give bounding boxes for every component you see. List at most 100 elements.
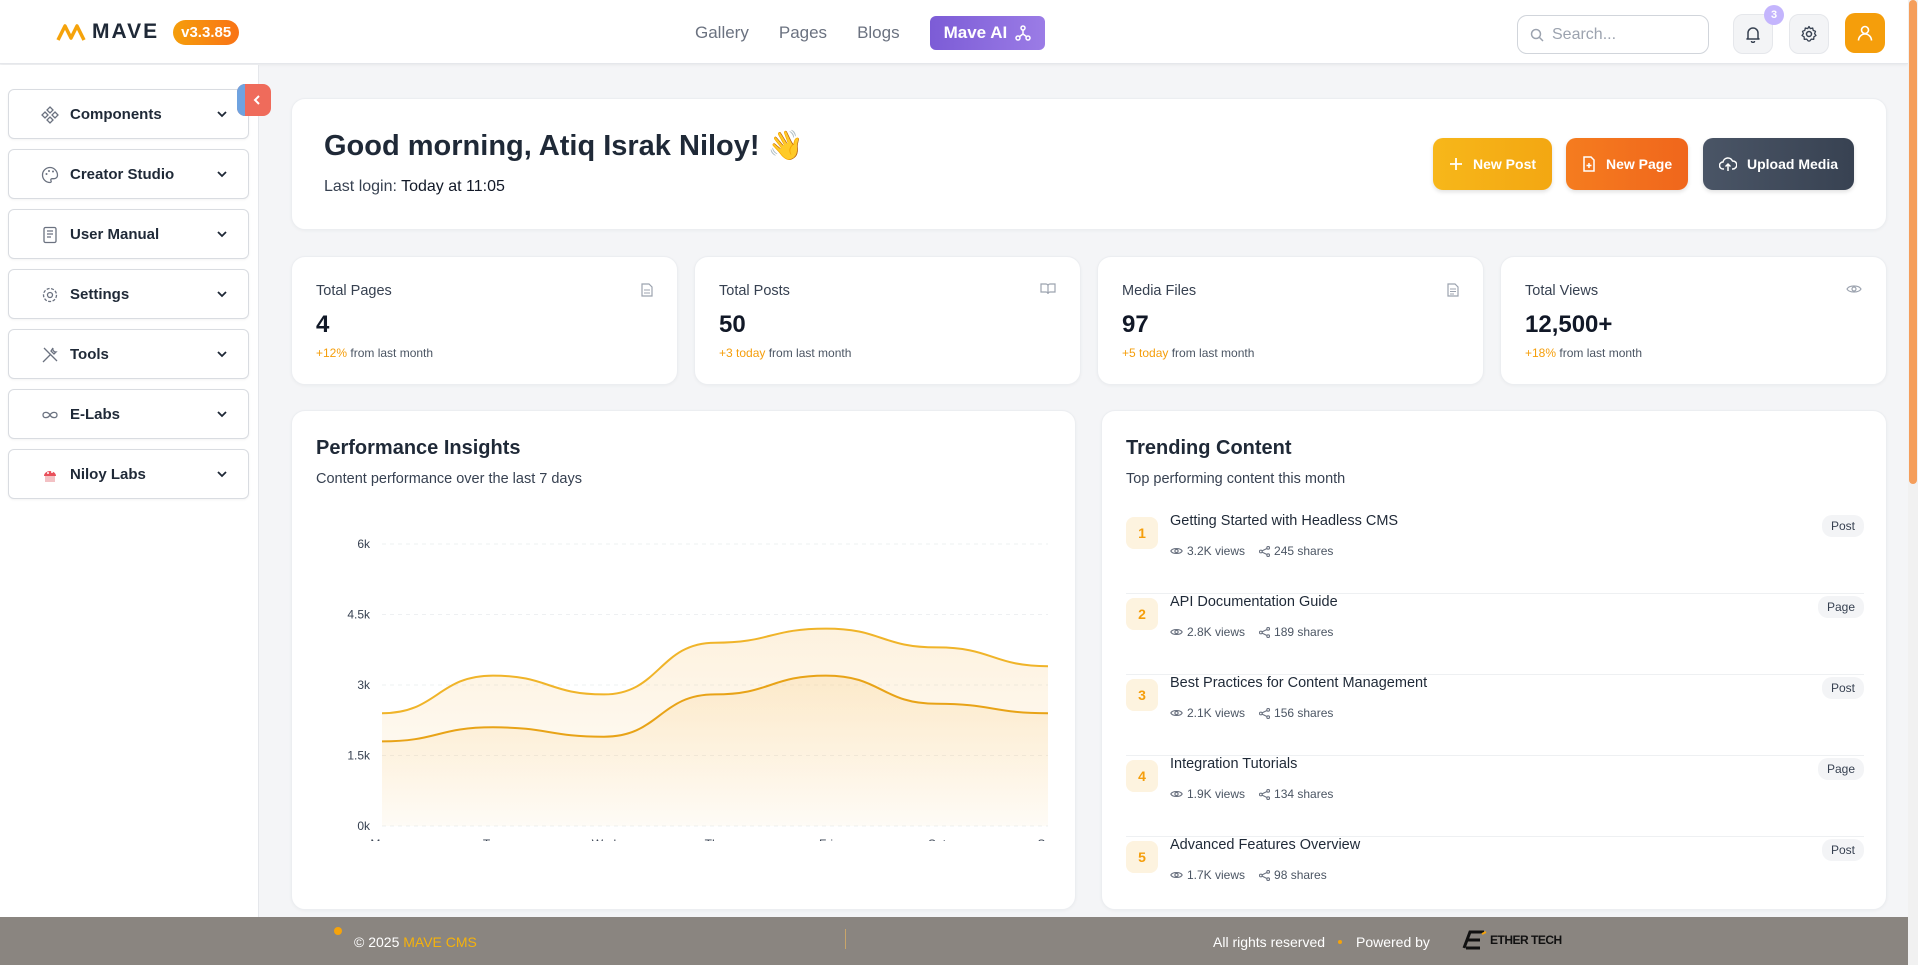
stat-value: 4 xyxy=(316,311,330,338)
eye-icon xyxy=(1170,628,1183,636)
trending-item-meta: 1.9K views 134 shares xyxy=(1170,787,1333,801)
x-tick-label: Sat xyxy=(928,837,947,841)
footer-brand-link[interactable]: MAVE CMS xyxy=(403,934,477,950)
y-tick-label: 3k xyxy=(357,678,371,692)
notification-count-badge: 3 xyxy=(1764,5,1784,25)
sidebar-item-components[interactable]: Components xyxy=(8,89,249,139)
trending-item-title[interactable]: Getting Started with Headless CMS xyxy=(1170,513,1398,529)
new-page-button[interactable]: New Page xyxy=(1566,138,1689,190)
views-count: 1.9K views xyxy=(1187,787,1246,801)
trending-item-title[interactable]: Advanced Features Overview xyxy=(1170,837,1360,853)
trending-item[interactable]: 2 API Documentation Guide 2.8K views 189… xyxy=(1126,594,1864,675)
upload-media-label: Upload Media xyxy=(1747,156,1839,172)
stat-value: 50 xyxy=(719,311,746,338)
stat-delta: +3 today from last month xyxy=(719,346,851,360)
trending-item-title[interactable]: Best Practices for Content Management xyxy=(1170,675,1427,691)
footer-bullet xyxy=(1338,940,1342,944)
logo[interactable]: MAVE v3.3.85 xyxy=(56,18,240,46)
nav-blogs[interactable]: Blogs xyxy=(842,16,915,50)
mave-ai-label: Mave AI xyxy=(943,23,1008,42)
company-name: ETHER TECH xyxy=(1490,933,1562,947)
ether-tech-logo-icon xyxy=(1462,930,1487,950)
settings-button[interactable] xyxy=(1789,14,1829,54)
content-type-badge: Post xyxy=(1821,677,1864,699)
trending-item[interactable]: 4 Integration Tutorials 1.9K views 134 s… xyxy=(1126,756,1864,837)
new-post-label: New Post xyxy=(1473,156,1537,172)
trending-title: Trending Content xyxy=(1126,437,1292,459)
stat-delta-highlight: +18% xyxy=(1525,346,1557,360)
nav-gallery[interactable]: Gallery xyxy=(680,16,764,50)
user-icon xyxy=(1857,25,1873,41)
share-icon xyxy=(1259,545,1271,557)
sidebar: Components Creator Studio User Manual Se… xyxy=(0,65,259,917)
sidebar-item-niloy-labs[interactable]: Niloy Labs xyxy=(8,449,249,499)
shares-count: 189 shares xyxy=(1274,625,1334,639)
sidebar-item-settings[interactable]: Settings xyxy=(8,269,249,319)
last-login-label: Last login: xyxy=(324,178,397,195)
book-open-icon xyxy=(1040,283,1056,295)
stat-title: Total Posts xyxy=(719,283,790,299)
share-icon xyxy=(1259,869,1271,881)
nav-pages[interactable]: Pages xyxy=(764,16,842,50)
sidebar-item-label: E-Labs xyxy=(70,405,121,423)
views-count: 2.1K views xyxy=(1187,706,1246,720)
performance-title: Performance Insights xyxy=(316,437,521,459)
performance-subtitle: Content performance over the last 7 days xyxy=(316,471,582,487)
chevron-down-icon xyxy=(217,471,227,478)
bell-icon xyxy=(1746,27,1760,43)
sidebar-item-label: Niloy Labs xyxy=(70,465,146,483)
notifications-button[interactable]: 3 xyxy=(1733,5,1784,54)
sidebar-item-label: Creator Studio xyxy=(70,165,175,183)
sidebar-item-creator-studio[interactable]: Creator Studio xyxy=(8,149,249,199)
trending-item-meta: 3.2K views 245 shares xyxy=(1170,544,1333,558)
stat-title: Media Files xyxy=(1122,283,1197,299)
file-icon xyxy=(641,283,653,297)
performance-chart: 0k 1.5k 3k 4.5k 6k Mon Tue Wed Thu Fri Sat Sun xyxy=(347,537,1058,841)
page-scrollbar[interactable] xyxy=(1908,0,1918,965)
network-icon xyxy=(1015,25,1031,41)
footer: © 2025 MAVE CMS All rights reserved Powe… xyxy=(0,917,1908,965)
trending-item[interactable]: 5 Advanced Features Overview 1.7K views … xyxy=(1126,837,1864,918)
gear-icon xyxy=(42,287,58,303)
y-tick-label: 0k xyxy=(357,819,371,833)
search-input[interactable] xyxy=(1552,25,1692,44)
file-plus-icon xyxy=(1583,156,1595,172)
views-count: 1.7K views xyxy=(1187,868,1246,882)
sidebar-item-user-manual[interactable]: User Manual xyxy=(8,209,249,259)
sidebar-item-e-labs[interactable]: E-Labs xyxy=(8,389,249,439)
shares-stat: 98 shares xyxy=(1259,868,1327,882)
sidebar-item-tools[interactable]: Tools xyxy=(8,329,249,379)
scrollbar-thumb[interactable] xyxy=(1909,0,1917,484)
views-stat: 1.9K views xyxy=(1170,787,1245,801)
shares-stat: 245 shares xyxy=(1259,544,1333,558)
content-type-badge: Page xyxy=(1817,596,1864,618)
y-tick-label: 4.5k xyxy=(347,608,371,622)
footer-copyright: © 2025 MAVE CMS xyxy=(354,934,477,950)
ether-tech-logo[interactable]: ETHER TECH xyxy=(1460,928,1562,952)
views-stat: 2.1K views xyxy=(1170,706,1245,720)
welcome-card: Good morning, Atiq Israk Niloy! 👋 Last l… xyxy=(291,98,1887,230)
greeting-heading: Good morning, Atiq Israk Niloy! 👋 xyxy=(324,130,804,162)
mave-ai-button[interactable]: Mave AI xyxy=(929,16,1046,50)
search-box[interactable] xyxy=(1517,15,1709,54)
shares-count: 156 shares xyxy=(1274,706,1334,720)
trending-item[interactable]: 1 Getting Started with Headless CMS 3.2K… xyxy=(1126,513,1864,594)
stat-value: 12,500+ xyxy=(1525,311,1613,338)
x-tick-label: Tue xyxy=(483,837,504,841)
collapse-sidebar-button[interactable] xyxy=(237,84,271,116)
user-avatar-button[interactable] xyxy=(1845,13,1885,53)
new-post-button[interactable]: New Post xyxy=(1433,138,1553,190)
eye-icon xyxy=(1170,547,1183,555)
footer-dot xyxy=(334,927,342,935)
stat-card-total-views: Total Views 12,500+ +18% from last month xyxy=(1500,256,1887,385)
share-icon xyxy=(1259,707,1271,719)
trending-item-title[interactable]: API Documentation Guide xyxy=(1170,594,1338,610)
stat-card-total-pages: Total Pages 4 +12% from last month xyxy=(291,256,678,385)
trending-rank: 5 xyxy=(1126,841,1158,873)
trending-item[interactable]: 3 Best Practices for Content Management … xyxy=(1126,675,1864,756)
upload-media-button[interactable]: Upload Media xyxy=(1703,138,1855,190)
x-tick-label: Thu xyxy=(705,837,726,841)
trending-item-title[interactable]: Integration Tutorials xyxy=(1170,756,1297,772)
views-stat: 1.7K views xyxy=(1170,868,1245,882)
stat-delta-highlight: +3 today xyxy=(719,346,766,360)
